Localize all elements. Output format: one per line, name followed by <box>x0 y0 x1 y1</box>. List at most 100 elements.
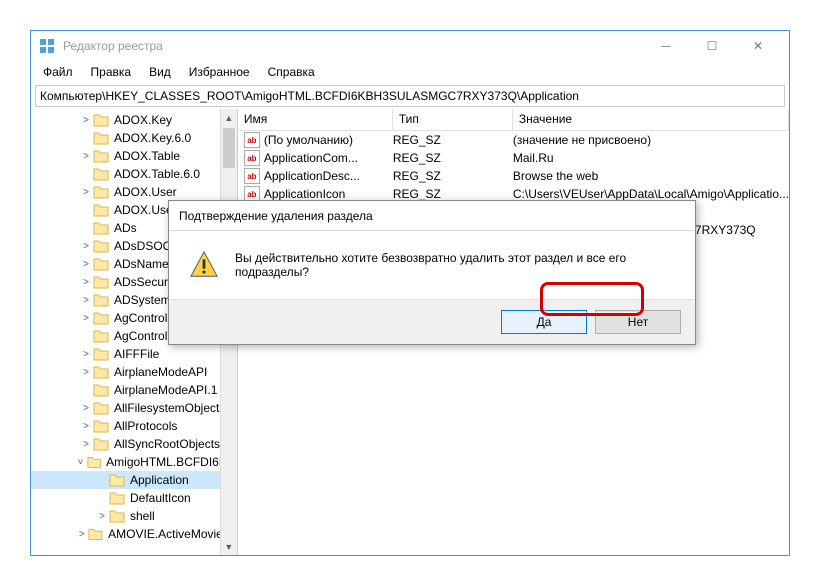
col-type[interactable]: Тип <box>393 109 513 130</box>
tree-item[interactable]: ADOX.Key.6.0 <box>31 129 237 147</box>
tree-item-label: AllProtocols <box>112 419 179 433</box>
expand-icon[interactable]: ˃ <box>79 257 93 271</box>
list-row[interactable]: abApplicationDesc...REG_SZBrowse the web <box>238 167 789 185</box>
expand-icon[interactable] <box>79 383 93 397</box>
tree-item[interactable]: ˃AirplaneModeAPI <box>31 363 237 381</box>
folder-icon <box>109 473 125 487</box>
tree-item-label: AirplaneModeAPI.1 <box>112 383 219 397</box>
menu-view[interactable]: Вид <box>141 63 179 81</box>
yes-button[interactable]: Да <box>501 310 587 334</box>
expand-icon[interactable]: ˃ <box>79 113 93 127</box>
folder-icon <box>109 491 125 505</box>
expand-icon[interactable] <box>79 221 93 235</box>
expand-icon[interactable]: ˃ <box>79 149 93 163</box>
list-row[interactable]: abApplicationCom...REG_SZMail.Ru <box>238 149 789 167</box>
expand-icon[interactable] <box>79 203 93 217</box>
folder-icon <box>93 383 109 397</box>
tree-item-label: AMOVIE.ActiveMovie C <box>106 527 237 541</box>
folder-icon <box>93 185 109 199</box>
value-type: REG_SZ <box>393 187 513 201</box>
expand-icon[interactable]: ˃ <box>95 509 109 523</box>
tree-item-label: shell <box>128 509 157 523</box>
tree-item[interactable]: DefaultIcon <box>31 489 237 507</box>
tree-item[interactable]: AirplaneModeAPI.1 <box>31 381 237 399</box>
scroll-down-icon[interactable]: ▼ <box>221 538 237 555</box>
titlebar[interactable]: Редактор реестра ─ ☐ ✕ <box>31 31 789 61</box>
tree-item-label: ADsSecuri <box>112 275 173 289</box>
folder-icon <box>93 401 109 415</box>
value-name: (По умолчанию) <box>264 133 353 147</box>
value-data: C:\Users\VEUser\AppData\Local\Amigo\Appl… <box>513 187 789 201</box>
expand-icon[interactable]: ˃ <box>79 311 93 325</box>
expand-icon[interactable] <box>95 491 109 505</box>
expand-icon[interactable] <box>79 131 93 145</box>
maximize-button[interactable]: ☐ <box>689 31 735 61</box>
folder-icon <box>93 239 109 253</box>
address-bar[interactable]: Компьютер\HKEY_CLASSES_ROOT\AmigoHTML.BC… <box>35 85 785 107</box>
tree-item[interactable]: ˅ AmigoHTML.BCFDI6KB <box>31 453 237 471</box>
tree-item-label: AmigoHTML.BCFDI6KB <box>104 455 237 469</box>
folder-icon <box>93 437 109 451</box>
string-value-icon: ab <box>244 150 260 166</box>
tree-item[interactable]: ˃ ADOX.Key <box>31 111 237 129</box>
expand-icon[interactable]: ˃ <box>75 527 88 541</box>
folder-icon <box>93 203 109 217</box>
tree-item-label: ADs <box>112 221 139 235</box>
menu-favorites[interactable]: Избранное <box>181 63 258 81</box>
confirm-dialog: Подтверждение удаления раздела Вы действ… <box>168 200 696 345</box>
expand-icon[interactable]: ˃ <box>79 293 93 307</box>
tree-item[interactable]: ˃ AllProtocols <box>31 417 237 435</box>
tree-item-label: ADsName <box>112 257 171 271</box>
expand-icon[interactable]: ˃ <box>79 437 93 451</box>
scroll-up-icon[interactable]: ▲ <box>221 109 237 126</box>
menu-file[interactable]: Файл <box>35 63 81 81</box>
expand-icon[interactable]: ˃ <box>79 239 93 253</box>
list-row[interactable]: ab(По умолчанию)REG_SZ(значение не присв… <box>238 131 789 149</box>
menubar: Файл Правка Вид Избранное Справка <box>31 61 789 83</box>
expand-icon[interactable]: ˃ <box>79 185 93 199</box>
tree-item-label: ADOX.Key <box>112 113 174 127</box>
folder-icon <box>93 113 109 127</box>
expand-icon[interactable] <box>79 329 93 343</box>
tree-item[interactable]: ˃ADOX.Table <box>31 147 237 165</box>
window-title: Редактор реестра <box>63 39 643 53</box>
tree-item-label: DefaultIcon <box>128 491 193 505</box>
tree-item-label: ADOX.Table.6.0 <box>112 167 202 181</box>
tree-item-label: ADSystem <box>112 293 173 307</box>
tree-item[interactable]: ˃ shell <box>31 507 237 525</box>
tree-item[interactable]: ˃ AMOVIE.ActiveMovie C <box>31 525 237 543</box>
tree-item[interactable]: ˃ADOX.User <box>31 183 237 201</box>
close-button[interactable]: ✕ <box>735 31 781 61</box>
tree-item[interactable]: ADOX.Table.6.0 <box>31 165 237 183</box>
folder-icon <box>93 365 109 379</box>
scroll-thumb[interactable] <box>223 128 235 168</box>
expand-icon[interactable]: ˃ <box>79 401 93 415</box>
minimize-button[interactable]: ─ <box>643 31 689 61</box>
expand-icon[interactable]: ˃ <box>79 365 93 379</box>
folder-icon <box>93 329 109 343</box>
expand-icon[interactable]: ˃ <box>79 275 93 289</box>
expand-icon[interactable]: ˅ <box>74 455 87 469</box>
col-name[interactable]: Имя <box>238 109 393 130</box>
dialog-title[interactable]: Подтверждение удаления раздела <box>169 201 695 231</box>
folder-icon <box>93 293 109 307</box>
tree-item[interactable]: ˃ AllFilesystemObjects <box>31 399 237 417</box>
menu-help[interactable]: Справка <box>260 63 323 81</box>
tree-item-label: AllFilesystemObjects <box>112 401 227 415</box>
value-data: (значение не присвоено) <box>513 133 789 147</box>
tree-item-label: AllSyncRootObjects <box>112 437 222 451</box>
col-value[interactable]: Значение <box>513 109 789 130</box>
menu-edit[interactable]: Правка <box>83 63 140 81</box>
tree-item[interactable]: ˃ AllSyncRootObjects <box>31 435 237 453</box>
value-name: ApplicationDesc... <box>264 169 360 183</box>
no-button[interactable]: Нет <box>595 310 681 334</box>
expand-icon[interactable] <box>95 473 109 487</box>
value-name: ApplicationCom... <box>264 151 358 165</box>
tree-item[interactable]: Application <box>31 471 237 489</box>
expand-icon[interactable] <box>79 167 93 181</box>
tree-item[interactable]: ˃AIFFFile <box>31 345 237 363</box>
warning-icon <box>189 249 219 281</box>
expand-icon[interactable]: ˃ <box>79 347 93 361</box>
value-type: REG_SZ <box>393 151 513 165</box>
expand-icon[interactable]: ˃ <box>79 419 93 433</box>
